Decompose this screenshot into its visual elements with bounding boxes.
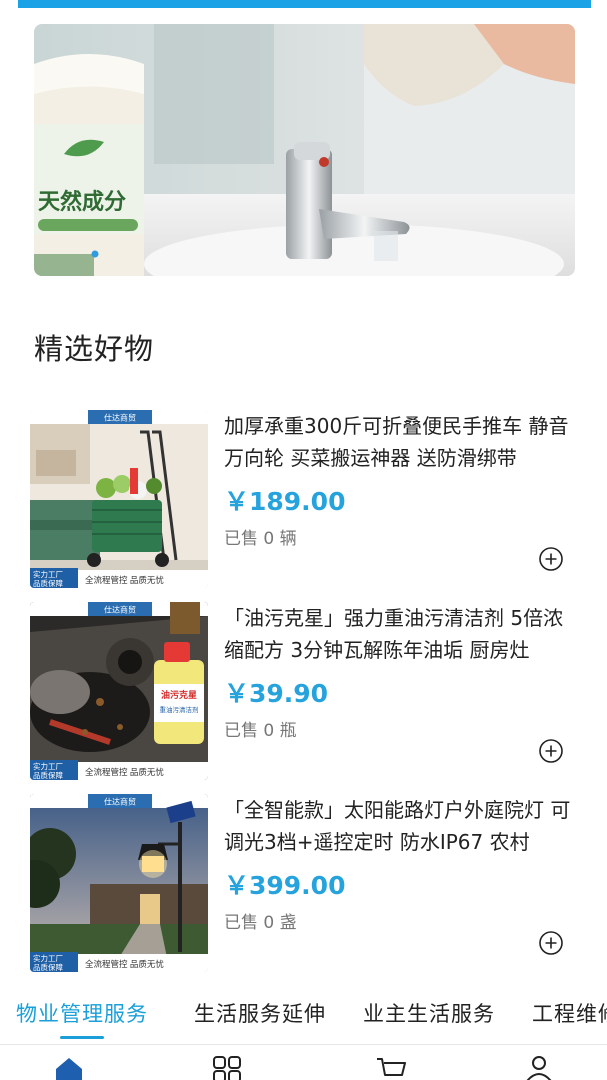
section-title: 精选好物 [34, 332, 155, 366]
product-card[interactable]: 仕达商贸 实力工厂 品质保障 全流程管控 品质无忧 「全智能款」太阳能路灯户外庭… [30, 794, 590, 972]
factory-badge-line2: 品质保障 [33, 962, 63, 972]
factory-badge-line1: 实力工厂 [33, 569, 63, 579]
bottle-label-sub: 重油污清洁剂 [160, 705, 199, 714]
product-image-solar-lamp[interactable]: 仕达商贸 实力工厂 品质保障 全流程管控 品质无忧 [30, 794, 208, 972]
banner-carousel[interactable]: 天然成分 [34, 24, 575, 276]
product-price: ￥189.00 [224, 487, 346, 516]
quality-badge: 全流程管控 品质无忧 [85, 767, 164, 777]
tab-engineering-repair[interactable]: 工程维修 [532, 998, 607, 1028]
banner-product-text: 天然成分 [38, 189, 126, 214]
factory-badge-line2: 品质保障 [33, 578, 63, 588]
brand-badge: 仕达商贸 [104, 413, 136, 423]
bottom-nav [0, 1044, 607, 1080]
grid-icon[interactable] [210, 1055, 244, 1080]
product-card[interactable]: 仕达商贸 油污克星 重油污清洁剂 实力工厂 品质保障 全流程管控 品质无忧 「油 [30, 602, 590, 780]
carousel-dot-active[interactable] [91, 250, 99, 258]
plus-circle-icon[interactable] [538, 930, 564, 956]
home-icon[interactable] [52, 1055, 86, 1080]
product-sold-count: 已售 0 盏 [224, 913, 297, 933]
product-title[interactable]: 「全智能款」太阳能路灯户外庭院灯 可调光3档+遥控定时 防水IP67 农村 [224, 794, 580, 858]
tab-owner-life-service[interactable]: 业主生活服务 [363, 998, 495, 1028]
user-icon[interactable] [522, 1055, 556, 1080]
factory-badge-line1: 实力工厂 [33, 953, 63, 963]
tab-property-management[interactable]: 物业管理服务 [16, 998, 148, 1028]
category-tabs[interactable]: 物业管理服务 生活服务延伸 业主生活服务 工程维修 [0, 998, 607, 1042]
quality-badge: 全流程管控 品质无忧 [85, 575, 164, 585]
active-tab-indicator [60, 1036, 104, 1039]
factory-badge-line1: 实力工厂 [33, 761, 63, 771]
banner-image: 天然成分 [34, 24, 575, 276]
product-title[interactable]: 加厚承重300斤可折叠便民手推车 静音万向轮 买菜搬运神器 送防滑绑带 [224, 410, 580, 474]
plus-circle-icon[interactable] [538, 546, 564, 572]
product-title[interactable]: 「油污克星」强力重油污清洁剂 5倍浓缩配方 3分钟瓦解陈年油垢 厨房灶 [224, 602, 580, 666]
product-card[interactable]: 仕达商贸 实力工厂 品质保障 全流程管控 品质无忧 加厚承重300斤可折叠便民手… [30, 410, 590, 588]
brand-badge: 仕达商贸 [104, 605, 136, 615]
top-accent-bar [18, 0, 591, 8]
product-price: ￥39.90 [224, 679, 329, 708]
brand-badge: 仕达商贸 [104, 797, 136, 807]
factory-badge-line2: 品质保障 [33, 770, 63, 780]
product-sold-count: 已售 0 辆 [224, 529, 297, 549]
cart-icon[interactable] [374, 1055, 408, 1080]
product-price: ￥399.00 [224, 871, 346, 900]
tab-life-service-extension[interactable]: 生活服务延伸 [194, 998, 326, 1028]
product-image-cart[interactable]: 仕达商贸 实力工厂 品质保障 全流程管控 品质无忧 [30, 410, 208, 588]
plus-circle-icon[interactable] [538, 738, 564, 764]
bottle-label-main: 油污克星 [161, 689, 197, 700]
product-sold-count: 已售 0 瓶 [224, 721, 297, 741]
quality-badge: 全流程管控 品质无忧 [85, 959, 164, 969]
product-image-cleaner[interactable]: 仕达商贸 油污克星 重油污清洁剂 实力工厂 品质保障 全流程管控 品质无忧 [30, 602, 208, 780]
